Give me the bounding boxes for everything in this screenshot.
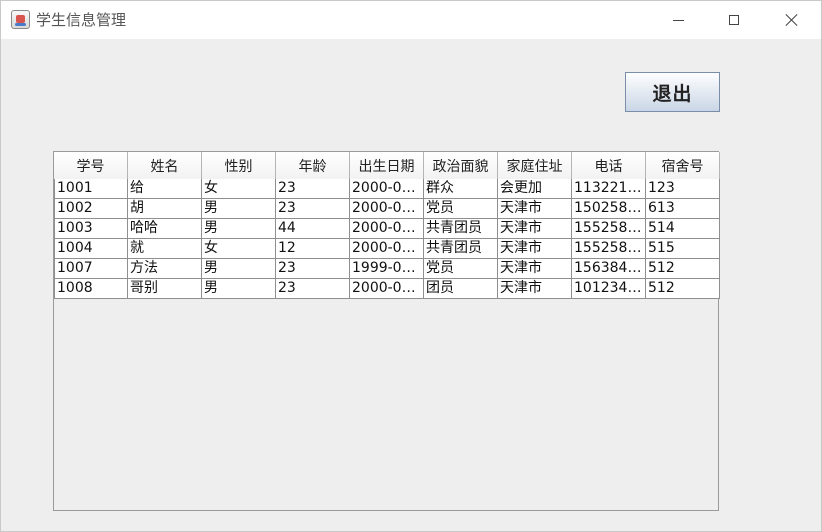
column-header-age[interactable]: 年龄 xyxy=(276,152,350,179)
maximize-icon xyxy=(729,15,739,25)
minimize-button[interactable] xyxy=(655,1,701,39)
cell-home-address[interactable]: 会更加 xyxy=(498,179,572,199)
maximize-button[interactable] xyxy=(711,1,757,39)
cell-name[interactable]: 哥别 xyxy=(128,279,202,299)
java-app-icon xyxy=(11,10,30,29)
app-window: 学生信息管理 退出 学号 姓名 性别 年龄 出生日期 政治面貌 家庭住址 电话 … xyxy=(0,0,822,532)
cell-student-id[interactable]: 1003 xyxy=(54,219,128,239)
table-header: 学号 姓名 性别 年龄 出生日期 政治面貌 家庭住址 电话 宿舍号 xyxy=(54,152,720,180)
cell-phone[interactable]: 1552586... xyxy=(572,239,646,259)
column-header-phone[interactable]: 电话 xyxy=(572,152,646,179)
cell-gender[interactable]: 女 xyxy=(202,179,276,199)
column-header-dorm-number[interactable]: 宿舍号 xyxy=(646,152,720,179)
cell-birth-date[interactable]: 2000-06-... xyxy=(350,279,424,299)
cell-home-address[interactable]: 天津市 xyxy=(498,199,572,219)
cell-age[interactable]: 23 xyxy=(276,179,350,199)
cell-name[interactable]: 就 xyxy=(128,239,202,259)
cell-dorm-number[interactable]: 512 xyxy=(646,279,720,299)
cell-dorm-number[interactable]: 512 xyxy=(646,259,720,279)
table-row[interactable]: 1007 方法男 23 1999-03-... 党员 天津市 1563846... 512 xyxy=(54,259,720,279)
cell-phone[interactable]: 1552586... xyxy=(572,219,646,239)
cell-political-status[interactable]: 群众 xyxy=(424,179,498,199)
cell-gender[interactable]: 男 xyxy=(202,219,276,239)
cell-dorm-number[interactable]: 123 xyxy=(646,179,720,199)
cell-phone[interactable]: 1012345... xyxy=(572,279,646,299)
cell-dorm-number[interactable]: 514 xyxy=(646,219,720,239)
cell-age[interactable]: 23 xyxy=(276,279,350,299)
cell-student-id[interactable]: 1001 xyxy=(54,179,128,199)
cell-phone[interactable]: 1502584... xyxy=(572,199,646,219)
title-bar: 学生信息管理 xyxy=(1,1,821,39)
cell-name[interactable]: 哈哈 xyxy=(128,219,202,239)
cell-home-address[interactable]: 天津市 xyxy=(498,279,572,299)
cell-birth-date[interactable]: 1999-03-... xyxy=(350,259,424,279)
cell-student-id[interactable]: 1007 xyxy=(54,259,128,279)
cell-student-id[interactable]: 1004 xyxy=(54,239,128,259)
cell-political-status[interactable]: 党员 xyxy=(424,259,498,279)
cell-phone[interactable]: 1563846... xyxy=(572,259,646,279)
table-row[interactable]: 1001 给女 23 2000-03-... 群众 会更加 1132211... 123 xyxy=(54,179,720,199)
cell-student-id[interactable]: 1008 xyxy=(54,279,128,299)
cell-home-address[interactable]: 天津市 xyxy=(498,239,572,259)
cell-gender[interactable]: 男 xyxy=(202,259,276,279)
cell-political-status[interactable]: 共青团员 xyxy=(424,239,498,259)
window-title: 学生信息管理 xyxy=(36,11,127,29)
cell-dorm-number[interactable]: 515 xyxy=(646,239,720,259)
table-row[interactable]: 1003 哈哈男 44 2000-01-... 共青团员 天津市 1552586... 514 xyxy=(54,219,720,239)
column-header-student-id[interactable]: 学号 xyxy=(54,152,128,179)
cell-age[interactable]: 23 xyxy=(276,199,350,219)
cell-name[interactable]: 胡 xyxy=(128,199,202,219)
cell-home-address[interactable]: 天津市 xyxy=(498,219,572,239)
table-row[interactable]: 1004 就女 12 2000-01-... 共青团员 天津市 1552586... 515 xyxy=(54,239,720,259)
table-row[interactable]: 1008 哥别男 23 2000-06-... 团员 天津市 1012345... 512 xyxy=(54,279,720,299)
cell-political-status[interactable]: 党员 xyxy=(424,199,498,219)
cell-birth-date[interactable]: 2000-01-... xyxy=(350,239,424,259)
exit-button[interactable]: 退出 xyxy=(625,72,720,112)
minimize-icon xyxy=(672,19,684,21)
student-table[interactable]: 学号 姓名 性别 年龄 出生日期 政治面貌 家庭住址 电话 宿舍号 1001 给女… xyxy=(53,151,720,511)
cell-phone[interactable]: 1132211... xyxy=(572,179,646,199)
cell-political-status[interactable]: 团员 xyxy=(424,279,498,299)
cell-gender[interactable]: 女 xyxy=(202,239,276,259)
column-header-name[interactable]: 姓名 xyxy=(128,152,202,179)
column-header-birth-date[interactable]: 出生日期 xyxy=(350,152,424,179)
cell-birth-date[interactable]: 2000-03-... xyxy=(350,199,424,219)
cell-age[interactable]: 44 xyxy=(276,219,350,239)
close-button[interactable] xyxy=(769,1,815,39)
column-header-home-address[interactable]: 家庭住址 xyxy=(498,152,572,179)
table-body: 1001 给女 23 2000-03-... 群众 会更加 1132211... 123 100… xyxy=(54,179,720,299)
cell-name[interactable]: 给 xyxy=(128,179,202,199)
cell-dorm-number[interactable]: 613 xyxy=(646,199,720,219)
cell-gender[interactable]: 男 xyxy=(202,279,276,299)
column-header-political-status[interactable]: 政治面貌 xyxy=(424,152,498,179)
column-header-gender[interactable]: 性别 xyxy=(202,152,276,179)
cell-gender[interactable]: 男 xyxy=(202,199,276,219)
cell-age[interactable]: 23 xyxy=(276,259,350,279)
cell-student-id[interactable]: 1002 xyxy=(54,199,128,219)
cell-birth-date[interactable]: 2000-03-... xyxy=(350,179,424,199)
close-icon xyxy=(785,13,799,27)
table-row[interactable]: 1002 胡男 23 2000-03-... 党员 天津市 1502584... 613 xyxy=(54,199,720,219)
cell-name[interactable]: 方法 xyxy=(128,259,202,279)
cell-home-address[interactable]: 天津市 xyxy=(498,259,572,279)
cell-age[interactable]: 12 xyxy=(276,239,350,259)
cell-political-status[interactable]: 共青团员 xyxy=(424,219,498,239)
cell-birth-date[interactable]: 2000-01-... xyxy=(350,219,424,239)
